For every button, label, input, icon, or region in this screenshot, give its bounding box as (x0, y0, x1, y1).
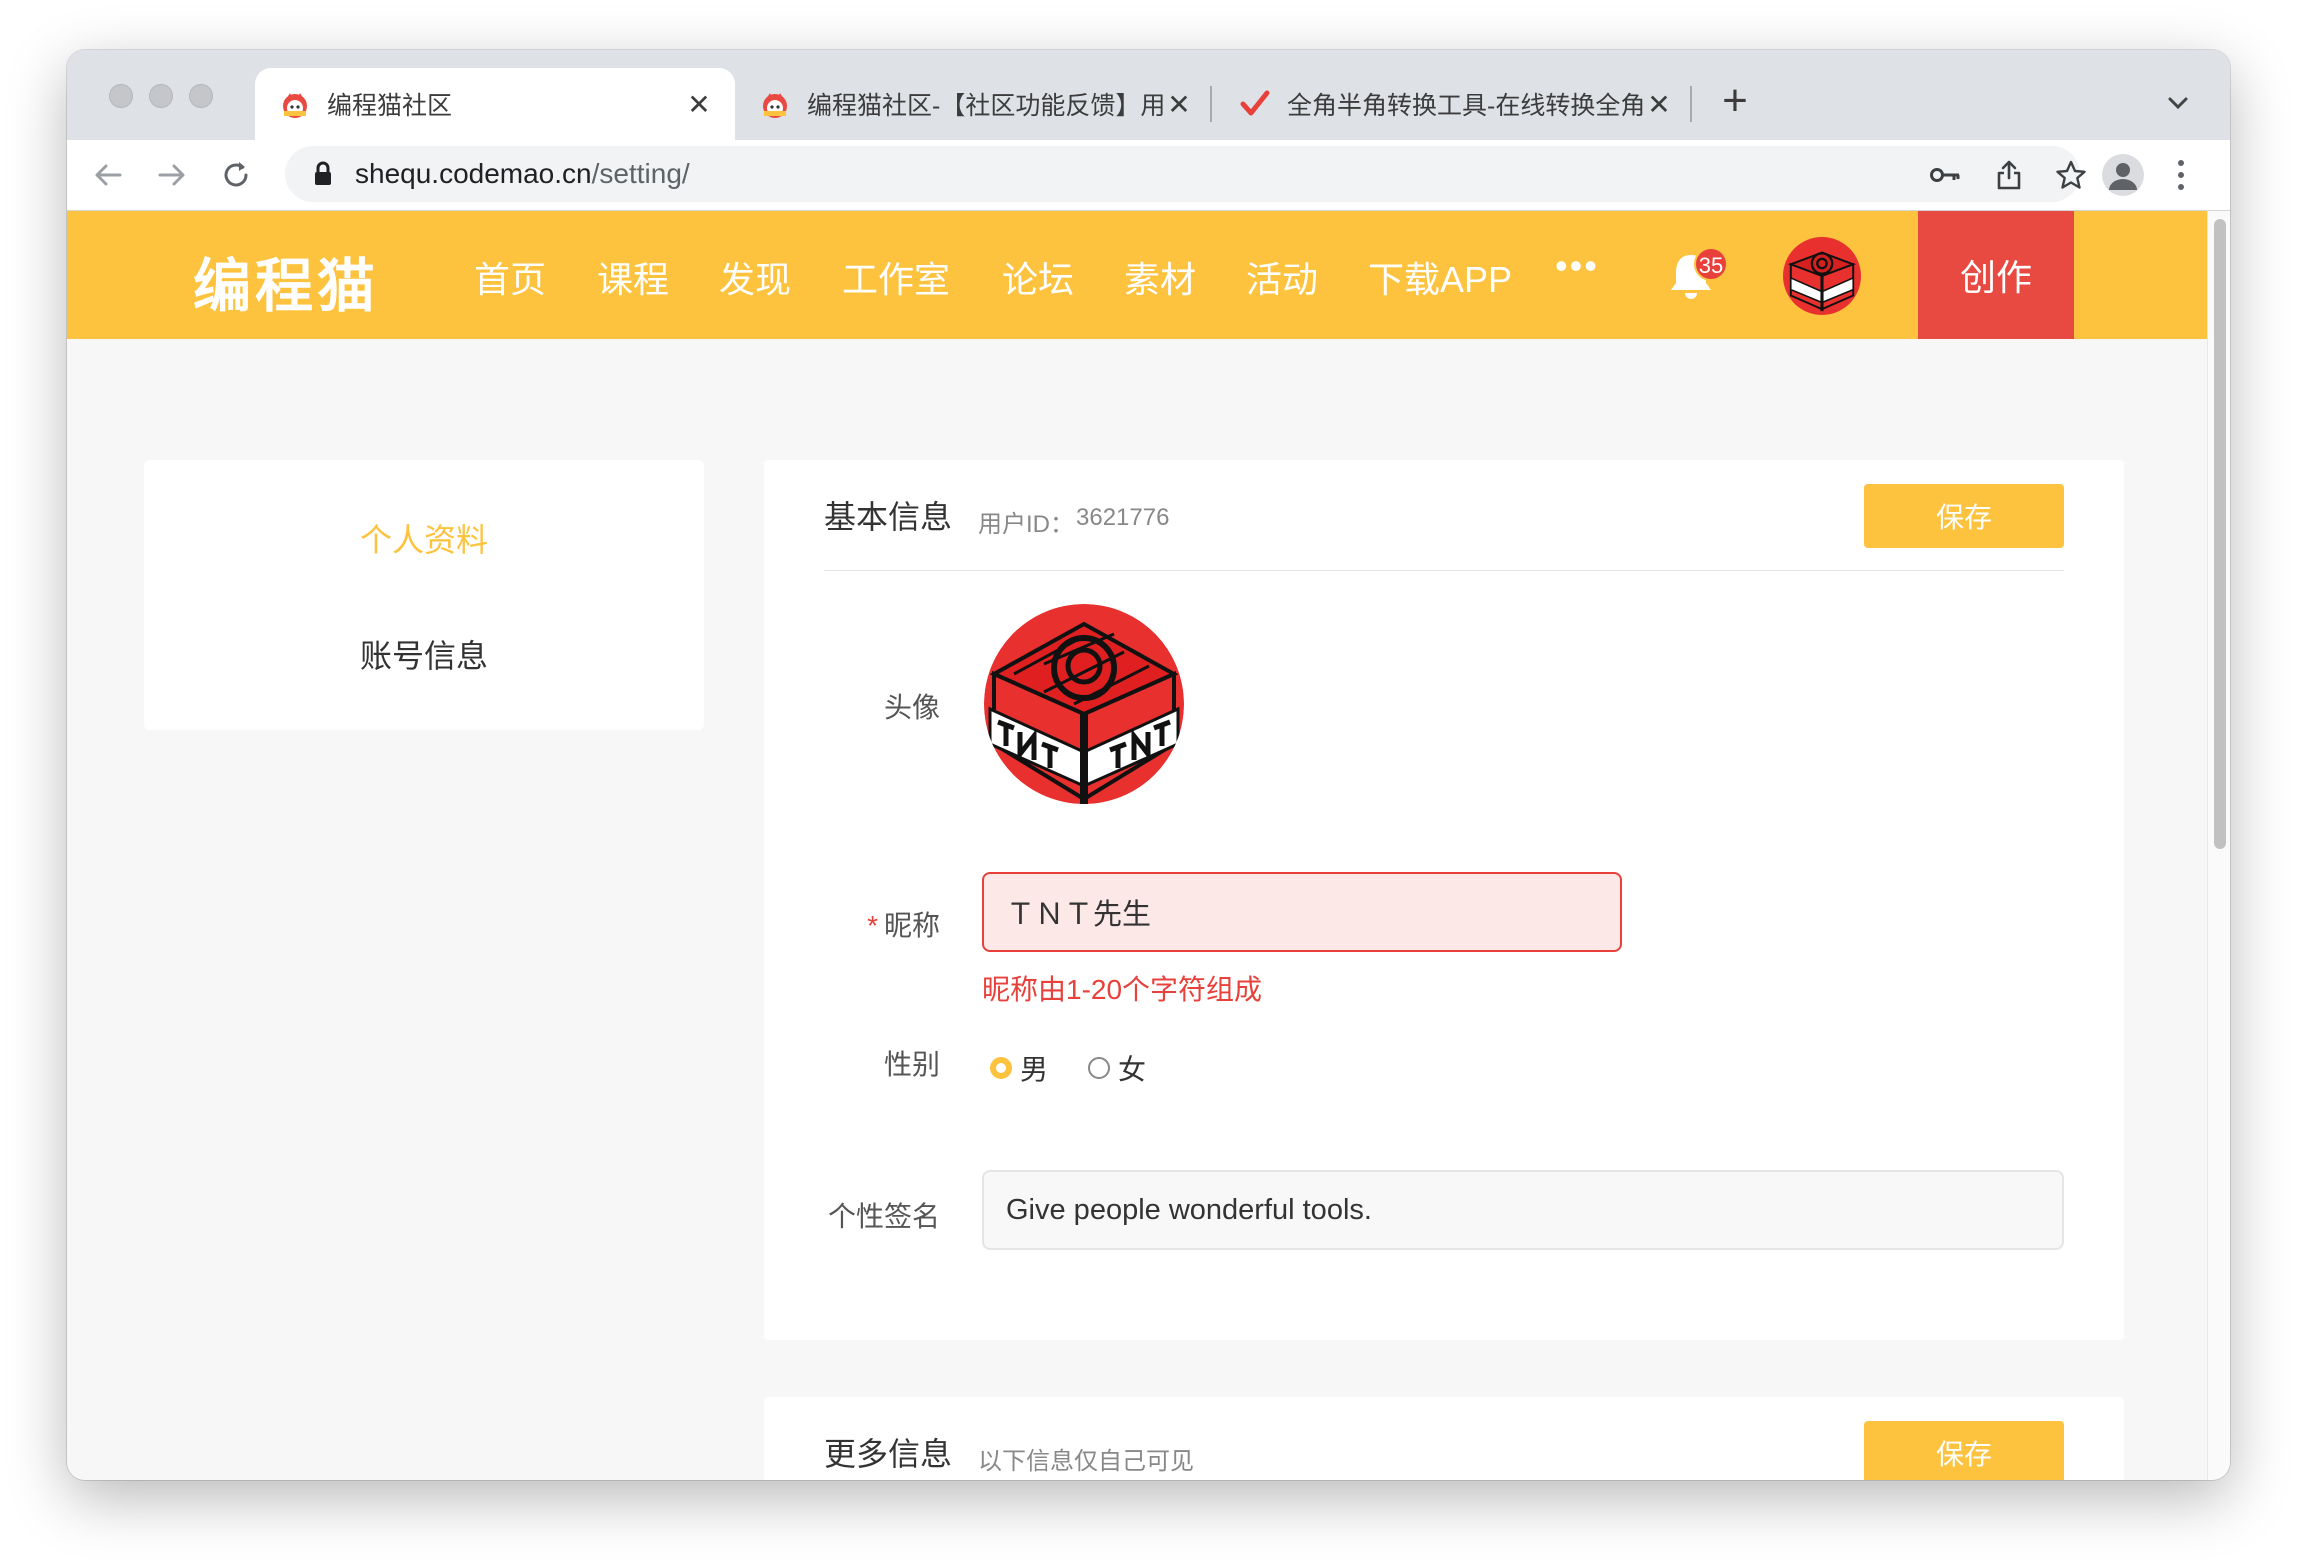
page-scrollbar[interactable] (2207, 211, 2230, 1480)
bookmark-star-icon[interactable] (2055, 159, 2087, 191)
signature-label: 个性签名 (827, 1201, 940, 1232)
profile-avatar-icon[interactable] (2102, 154, 2144, 196)
minimize-window-button[interactable] (149, 84, 173, 108)
nickname-error-message: 昵称由1-20个字符组成 (982, 974, 1263, 1005)
browser-menu-icon[interactable] (2175, 158, 2187, 192)
radio-label: 女 (1118, 1054, 1147, 1085)
close-tab-icon[interactable]: ✕ (1643, 88, 1675, 121)
share-icon[interactable] (1993, 159, 2025, 191)
sidebar-item-account[interactable]: 账号信息 (144, 631, 704, 677)
basic-info-card: 基本信息 用户ID： 3621776 保存 头像 * 昵称 ＴＮＴ先生 昵称由1… (764, 460, 2124, 1340)
browser-tab-2[interactable]: 编程猫社区-【社区功能反馈】用 ✕ (735, 68, 1215, 140)
user-id-value: 3621776 (1076, 504, 1170, 531)
browser-tab-3[interactable]: 全角半角转换工具-在线转换全角 ✕ (1215, 68, 1695, 140)
required-mark: * (867, 910, 878, 941)
browser-tab-1[interactable]: 编程猫社区 ✕ (255, 68, 735, 140)
gender-radio-male[interactable]: 男 (990, 1048, 1048, 1088)
section-title: 更多信息 (824, 1436, 953, 1472)
gender-label: 性别 (883, 1049, 940, 1080)
reload-icon[interactable] (215, 154, 257, 196)
sidebar-item-profile[interactable]: 个人资料 (144, 515, 704, 561)
tab-search-chevron-icon[interactable] (2163, 88, 2193, 118)
nickname-input[interactable]: ＴＮＴ先生 (982, 872, 1622, 952)
url-text: shequ.codemao.cn/setting/ (355, 158, 690, 190)
codemao-favicon-icon (759, 88, 791, 120)
browser-window: 编程猫社区 ✕ 编程猫社区-【社区功能反馈】用 ✕ 全角半角转换工具-在线转换全… (67, 50, 2230, 1480)
nav-link-studio[interactable]: 工作室 (842, 251, 950, 303)
page-viewport: 编程猫 首页 课程 发现 工作室 论坛 素材 活动 下载APP ••• 35 创… (67, 211, 2207, 1480)
tab-separator (1210, 86, 1212, 122)
new-tab-button[interactable]: + (1710, 76, 1760, 126)
more-info-card: 更多信息 以下信息仅自己可见 保存 (764, 1397, 2124, 1480)
user-avatar[interactable] (1783, 237, 1861, 315)
close-tab-icon[interactable]: ✕ (683, 88, 715, 121)
radio-unchecked-icon[interactable] (1088, 1057, 1110, 1079)
nickname-label-text: 昵称 (883, 910, 940, 941)
address-bar[interactable]: shequ.codemao.cn/setting/ (285, 146, 2086, 202)
close-window-button[interactable] (109, 84, 133, 108)
tab-separator (1690, 86, 1692, 122)
avatar-label: 头像 (883, 692, 940, 723)
profile-avatar-image[interactable] (984, 604, 1184, 804)
nickname-label: * 昵称 (764, 904, 940, 944)
radio-checked-icon[interactable] (990, 1057, 1012, 1079)
tab-title: 编程猫社区-【社区功能反馈】用 (807, 92, 1163, 120)
tab-title: 编程猫社区 (327, 92, 453, 120)
section-title: 基本信息 (824, 499, 953, 535)
settings-sidebar: 个人资料 账号信息 (144, 460, 704, 730)
site-logo[interactable]: 编程猫 (193, 239, 379, 323)
tab-title: 全角半角转换工具-在线转换全角 (1287, 92, 1643, 120)
divider (824, 570, 2064, 571)
create-button[interactable]: 创作 (1918, 211, 2074, 339)
key-icon[interactable] (1930, 159, 1962, 191)
radio-label: 男 (1020, 1054, 1049, 1085)
save-button[interactable]: 保存 (1864, 1421, 2064, 1480)
nav-link-forum[interactable]: 论坛 (1002, 251, 1074, 303)
section-subtitle: 以下信息仅自己可见 (978, 1448, 1194, 1475)
nav-link-events[interactable]: 活动 (1246, 251, 1318, 303)
user-id-label: 用户ID： (978, 511, 1074, 538)
nav-more-button[interactable]: ••• (1555, 245, 1599, 287)
signature-input[interactable]: Give people wonderful tools. (982, 1170, 2064, 1250)
lock-icon[interactable] (313, 161, 333, 192)
notification-count-badge: 35 (1694, 247, 1728, 281)
scrollbar-thumb[interactable] (2214, 219, 2226, 849)
url-host: shequ.codemao.cn (355, 158, 592, 189)
back-icon[interactable] (87, 154, 129, 196)
forward-icon[interactable] (151, 154, 193, 196)
close-tab-icon[interactable]: ✕ (1163, 88, 1195, 121)
site-header: 编程猫 首页 课程 发现 工作室 论坛 素材 活动 下载APP ••• 35 创… (67, 211, 2207, 339)
nav-link-discover[interactable]: 发现 (719, 251, 791, 303)
nav-link-download-app[interactable]: 下载APP (1368, 251, 1512, 303)
checkmark-favicon-icon (1239, 88, 1271, 120)
zoom-window-button[interactable] (189, 84, 213, 108)
codemao-favicon-icon (279, 88, 311, 120)
nav-link-materials[interactable]: 素材 (1124, 251, 1196, 303)
tab-strip: 编程猫社区 ✕ 编程猫社区-【社区功能反馈】用 ✕ 全角半角转换工具-在线转换全… (67, 50, 2230, 140)
nav-link-courses[interactable]: 课程 (597, 251, 669, 303)
url-path: /setting/ (591, 158, 690, 189)
browser-toolbar: shequ.codemao.cn/setting/ (67, 140, 2230, 211)
gender-radio-female[interactable]: 女 (1088, 1048, 1146, 1088)
nav-link-home[interactable]: 首页 (474, 251, 546, 303)
save-button[interactable]: 保存 (1864, 484, 2064, 548)
